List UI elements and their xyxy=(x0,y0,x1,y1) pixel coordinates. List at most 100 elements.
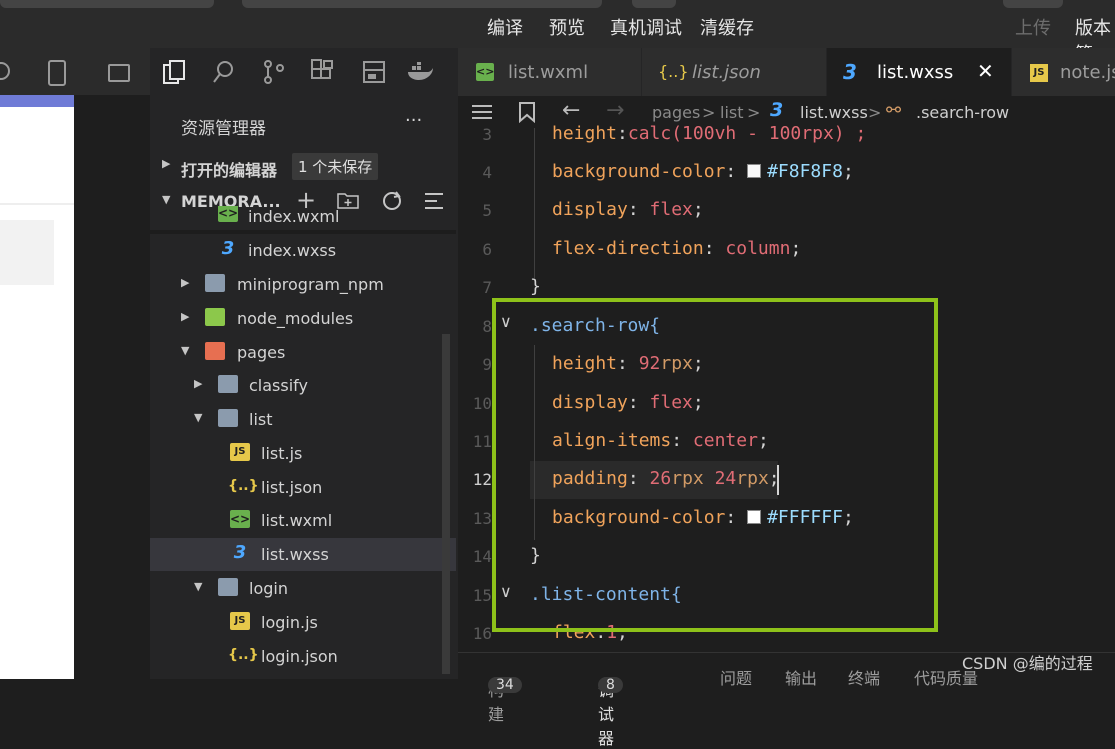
remote-debug-button[interactable]: 真机调试 xyxy=(610,14,682,40)
list-item[interactable]: ▶ node_modules xyxy=(150,302,456,335)
annotation-highlight-box xyxy=(492,298,938,632)
line-number: 3 xyxy=(482,125,492,144)
list-item[interactable]: JS login.js xyxy=(150,606,456,639)
list-item[interactable]: ▶ classify xyxy=(150,369,456,402)
files-icon[interactable] xyxy=(162,59,186,85)
list-item[interactable]: 3 index.wxss xyxy=(150,234,456,267)
folder-icon xyxy=(205,274,225,292)
tab-list-wxml[interactable]: <> list.wxml xyxy=(458,48,642,96)
file-label: index.wxss xyxy=(248,241,337,260)
docker-icon[interactable] xyxy=(406,62,434,82)
sim-rotate-icon[interactable] xyxy=(0,62,10,80)
open-editors-label: 打开的编辑器 xyxy=(181,161,278,180)
code-line: display: flex; xyxy=(552,199,704,220)
js-file-icon: JS xyxy=(1030,64,1048,82)
json-file-icon: {..} xyxy=(658,62,689,81)
chevron-right-icon: ▶ xyxy=(162,157,171,170)
list-item[interactable]: ▶ miniprogram_npm xyxy=(150,268,456,301)
color-swatch[interactable] xyxy=(747,164,762,178)
line-number: 9 xyxy=(482,355,492,374)
search-icon[interactable] xyxy=(212,59,236,85)
explorer-more-button[interactable]: ··· xyxy=(405,110,422,131)
simulator-toolbar xyxy=(0,48,150,95)
line-number: 12 xyxy=(472,470,492,489)
line-number: 13 xyxy=(472,509,492,528)
list-item[interactable]: ▼ login xyxy=(150,572,456,605)
forward-arrow-icon[interactable]: → xyxy=(606,98,624,123)
breadcrumb-item[interactable]: pages xyxy=(652,103,700,122)
js-file-icon: JS xyxy=(230,443,250,461)
phone-icon[interactable] xyxy=(48,60,66,86)
folder-open-icon xyxy=(218,578,238,596)
tab-note-js[interactable]: JS note.js xyxy=(1012,48,1115,96)
list-item[interactable]: {..} list.json xyxy=(150,471,456,504)
preview-button[interactable]: 预览 xyxy=(549,14,585,40)
list-item[interactable]: JS list.js xyxy=(150,437,456,470)
close-icon[interactable]: ✕ xyxy=(977,59,994,83)
wxml-file-icon: <> xyxy=(476,63,494,81)
toolbar-toggle[interactable] xyxy=(632,0,676,8)
breadcrumb-item[interactable]: .search-row xyxy=(916,103,1009,122)
layout-icon[interactable] xyxy=(362,60,386,84)
tab-list-wxss[interactable]: 3 list.wxss ✕ xyxy=(827,48,1012,96)
upload-button[interactable]: 上传 xyxy=(1015,14,1051,40)
compile-mode-dropdown[interactable] xyxy=(242,0,602,8)
json-file-icon: {..} xyxy=(228,647,259,663)
node-folder-icon xyxy=(205,308,225,326)
breadcrumb-item[interactable]: list xyxy=(720,103,744,122)
extensions-icon[interactable] xyxy=(310,59,336,85)
folder-label: miniprogram_npm xyxy=(237,275,384,294)
line-number: 5 xyxy=(482,201,492,220)
source-control-icon[interactable] xyxy=(262,59,286,85)
editor-tab-bar: <> list.wxml {..} list.json 3 list.wxss … xyxy=(458,48,1115,96)
breadcrumb-item[interactable]: list.wxss xyxy=(800,103,868,122)
js-file-icon: JS xyxy=(230,612,250,630)
folder-icon xyxy=(218,375,238,393)
window-icon[interactable] xyxy=(108,64,130,82)
list-item[interactable]: <> index.wxml xyxy=(150,206,456,232)
open-editors-section[interactable]: ▶ 打开的编辑器 1 个未保存 xyxy=(150,149,456,183)
file-label: list.wxss xyxy=(261,545,329,564)
bookmark-icon[interactable] xyxy=(518,101,536,123)
explorer-panel: 资源管理器 ··· ▶ 打开的编辑器 1 个未保存 ▼ MEMORA... + … xyxy=(150,48,459,679)
divider xyxy=(0,203,74,205)
code-line: height:calc(100vh - 100rpx) ; xyxy=(552,123,867,144)
top-toolbar: 编译 预览 真机调试 清缓存 上传 版本管 xyxy=(0,0,1115,65)
chevron-down-icon: ▼ xyxy=(194,411,203,424)
list-item[interactable]: ▼ list xyxy=(150,403,456,436)
tab-list-json[interactable]: {..} list.json xyxy=(642,48,827,96)
tab-output[interactable]: 输出 xyxy=(785,665,817,689)
chevron-right-icon: > xyxy=(702,103,716,122)
list-item-selected[interactable]: 3 list.wxss xyxy=(150,538,456,571)
tab-terminal[interactable]: 终端 xyxy=(848,665,880,689)
chevron-right-icon: ▶ xyxy=(181,310,190,323)
file-label: login.json xyxy=(261,647,338,666)
line-number: 14 xyxy=(472,547,492,566)
simulator-dropdown[interactable] xyxy=(0,0,214,8)
chevron-right-icon: ▶ xyxy=(181,276,190,289)
clear-cache-button[interactable]: 清缓存 xyxy=(700,14,754,40)
file-label: index.wxml xyxy=(248,207,340,226)
tab-label: list.json xyxy=(692,62,761,83)
file-label: list.json xyxy=(261,478,323,497)
tab-label: note.js xyxy=(1060,62,1115,83)
chevron-down-icon: ▼ xyxy=(162,193,171,206)
css-file-icon: 3 xyxy=(221,238,235,259)
line-number: 16 xyxy=(472,624,492,643)
file-label: list.wxml xyxy=(261,511,333,530)
tab-issues[interactable]: 问题 xyxy=(720,665,752,689)
back-arrow-icon[interactable]: ← xyxy=(562,98,580,123)
line-number: 6 xyxy=(482,240,492,259)
count-badge: 34 xyxy=(488,677,522,693)
list-item[interactable]: {..} login.json xyxy=(150,640,456,673)
compile-button[interactable]: 编译 xyxy=(487,14,523,40)
list-item[interactable]: <> list.wxml xyxy=(150,504,456,537)
chevron-down-icon: ▼ xyxy=(194,580,203,593)
chevron-right-icon: > xyxy=(747,103,761,122)
symbol-icon: ⚯ xyxy=(886,100,902,121)
scrollbar[interactable] xyxy=(442,334,450,674)
folder-label: login xyxy=(249,579,288,598)
list-icon[interactable] xyxy=(470,102,494,122)
list-item[interactable]: ▼ pages xyxy=(150,336,456,369)
css-file-icon: 3 xyxy=(843,60,857,84)
